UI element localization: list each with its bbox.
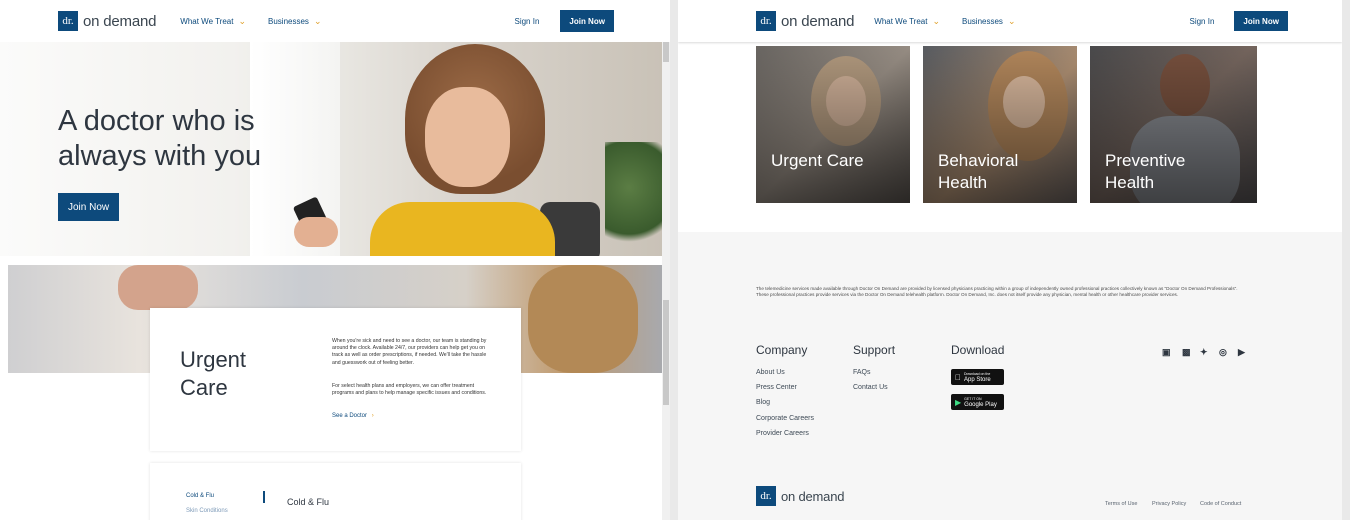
nav-businesses[interactable]: Businesses ⌄ — [268, 16, 321, 27]
tile-preventive-health[interactable]: Preventive Health — [1090, 46, 1257, 203]
footer-link-provider-careers[interactable]: Provider Careers — [756, 430, 809, 437]
twitter-icon[interactable]: ✦ — [1200, 347, 1208, 358]
logo-text: on demand — [781, 488, 845, 504]
google-play-badge[interactable]: ▶ GET IT ON Google Play — [951, 394, 1004, 410]
linkedin-icon[interactable]: ▩ — [1182, 347, 1191, 358]
chevron-right-icon: › — [371, 413, 374, 419]
sign-in-link[interactable]: Sign In — [514, 17, 539, 26]
right-screenshot: dr. on demand What We Treat ⌄ Businesses ⌄… — [678, 0, 1342, 520]
urgent-care-card: Urgent Care When you're sick and need to… — [150, 308, 521, 451]
facebook-icon[interactable]: ▣ — [1162, 347, 1171, 358]
nav-businesses-label: Businesses — [962, 16, 1003, 26]
tile-behavioral-health[interactable]: Behavioral Health — [923, 46, 1077, 203]
see-a-doctor-link[interactable]: See a Doctor › — [332, 413, 374, 419]
logo[interactable]: dr. on demand — [756, 11, 854, 31]
footer-support-heading: Support — [853, 343, 896, 357]
scrollbar-thumb-lower[interactable] — [663, 300, 669, 405]
hero-join-now-button[interactable]: Join Now — [58, 193, 120, 221]
logo-text: on demand — [83, 12, 157, 30]
hero-plant — [605, 142, 662, 256]
scrollbar[interactable] — [662, 0, 670, 520]
app-store-small-text: Download on the — [958, 372, 990, 376]
banner-hand — [118, 265, 198, 310]
footer-company-heading: Company — [756, 343, 808, 357]
nav-what-we-treat[interactable]: What We Treat ⌄ — [874, 16, 940, 27]
sign-in-link[interactable]: Sign In — [1189, 17, 1214, 26]
footer-link-about-us[interactable]: About Us — [756, 369, 785, 376]
urgent-care-description: When you're sick and need to see a docto… — [332, 338, 487, 366]
footer-link-faqs[interactable]: FAQs — [853, 369, 871, 376]
tile-label-preventive-health: Preventive Health — [1105, 151, 1186, 192]
footer-disclaimer: The telemedicine services made available… — [756, 286, 1238, 298]
footer-link-blog[interactable]: Blog — [756, 399, 770, 406]
selected-indicator — [263, 491, 265, 503]
top-nav-sticky: dr. on demand What We Treat ⌄ Businesses ⌄… — [678, 0, 1342, 42]
google-play-label: Google Play — [964, 402, 997, 408]
tile-urgent-care[interactable]: Urgent Care — [756, 46, 910, 203]
top-nav: dr. on demand What We Treat ⌄ Businesses ⌄… — [0, 0, 670, 42]
hero-person-face — [425, 87, 510, 187]
youtube-icon[interactable]: ▶ — [1238, 347, 1245, 358]
nav-what-we-treat[interactable]: What We Treat ⌄ — [180, 16, 246, 27]
nav-what-we-treat-label: What We Treat — [180, 16, 234, 26]
tile-shade — [756, 46, 910, 203]
footer-link-terms[interactable]: Terms of Use — [1105, 501, 1137, 507]
google-play-text: GET IT ON Google Play — [964, 396, 997, 408]
condition-tab-cold-flu[interactable]: Cold & Flu — [186, 493, 214, 499]
hero-person-shirt — [370, 202, 555, 256]
urgent-care-plans-text: For select health plans and employers, w… — [332, 383, 487, 397]
left-screenshot: dr. on demand What We Treat ⌄ Businesses ⌄… — [0, 0, 670, 520]
conditions-card: Cold & Flu Skin Conditions Cold & Flu — [150, 463, 521, 520]
footer-logo[interactable]: dr. on demand — [756, 486, 844, 506]
app-store-label: App Store — [958, 377, 991, 383]
footer-link-press-center[interactable]: Press Center — [756, 384, 797, 391]
google-play-small-text: GET IT ON — [964, 397, 982, 401]
google-play-icon: ▶ — [955, 397, 962, 407]
join-now-button[interactable]: Join Now — [1234, 11, 1288, 31]
footer-link-corporate-careers[interactable]: Corporate Careers — [756, 415, 814, 422]
footer-link-contact-us[interactable]: Contact Us — [853, 384, 888, 391]
logo-mark: dr. — [756, 11, 776, 31]
nav-businesses[interactable]: Businesses ⌄ — [962, 16, 1015, 27]
footer-download-heading: Download — [951, 343, 1005, 357]
chevron-down-icon: ⌄ — [932, 15, 941, 26]
chevron-down-icon: ⌄ — [313, 15, 322, 26]
footer-link-code-of-conduct[interactable]: Code of Conduct — [1200, 501, 1241, 507]
tile-label-urgent-care: Urgent Care — [771, 151, 864, 170]
urgent-care-title: Urgent Care — [180, 347, 247, 400]
join-now-button[interactable]: Join Now — [560, 10, 614, 32]
app-store-text: Download on the App Store — [964, 371, 991, 383]
logo-mark: dr. — [756, 486, 776, 506]
footer: The telemedicine services made available… — [678, 232, 1342, 520]
banner-hair — [528, 265, 638, 373]
apple-icon:  — [955, 373, 961, 382]
nav-businesses-label: Businesses — [268, 16, 309, 26]
nav-what-we-treat-label: What We Treat — [874, 16, 928, 26]
hero-title: A doctor who is always with you — [58, 105, 262, 172]
logo-mark: dr. — [58, 11, 78, 31]
logo[interactable]: dr. on demand — [58, 11, 156, 31]
instagram-icon[interactable]: ◎ — [1219, 347, 1227, 358]
footer-link-privacy[interactable]: Privacy Policy — [1152, 501, 1186, 507]
hero-section: A doctor who is always with you Join Now — [0, 42, 662, 256]
hero-hand — [294, 217, 338, 247]
logo-text: on demand — [781, 12, 855, 30]
condition-tab-next[interactable]: Skin Conditions — [186, 508, 228, 514]
chevron-down-icon: ⌄ — [1007, 15, 1016, 26]
chevron-down-icon: ⌄ — [238, 15, 247, 26]
condition-content-title: Cold & Flu — [287, 497, 330, 507]
see-a-doctor-label: See a Doctor — [332, 413, 368, 419]
app-store-badge[interactable]:  Download on theApp Store — [951, 369, 1004, 385]
tile-label-behavioral-health: Behavioral Health — [938, 151, 1019, 192]
